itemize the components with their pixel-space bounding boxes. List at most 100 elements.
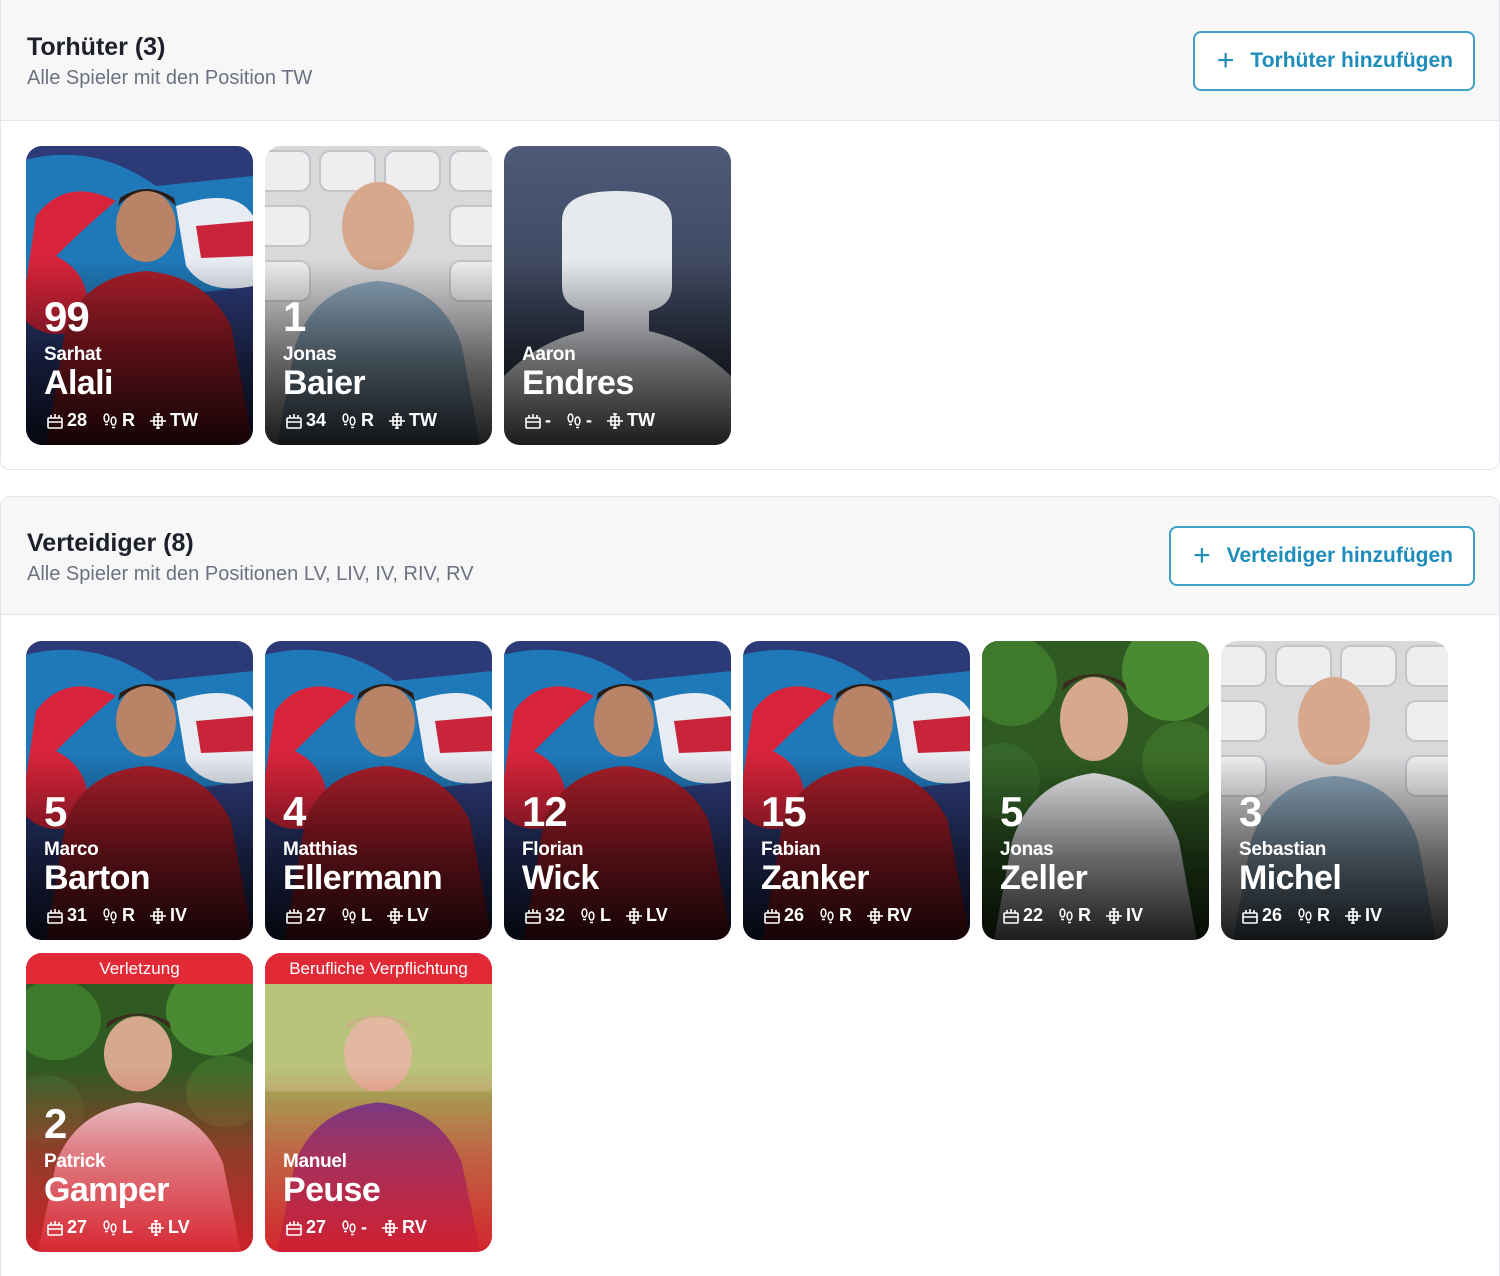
player-last-name: Baier [283, 364, 366, 402]
foot-value: R [839, 905, 853, 925]
age-value: 34 [306, 410, 327, 430]
position-value: LV [168, 1217, 190, 1237]
age-value: 31 [67, 905, 88, 925]
player-card[interactable]: Verletzung 2 Patrick Gamper 27 L LV [26, 953, 253, 1252]
player-stats: 31 R IV [46, 905, 195, 926]
player-first-name: Matthias [283, 839, 358, 860]
foot-value: R [122, 410, 136, 430]
foot-value: L [600, 905, 612, 925]
position-stat: RV [866, 905, 912, 926]
player-last-name: Michel [1239, 859, 1342, 897]
player-first-name: Sebastian [1239, 839, 1327, 860]
field-position-icon [867, 907, 884, 924]
age-stat: 26 [1241, 905, 1282, 926]
player-stats: 32 L LV [524, 905, 676, 926]
player-stats: 26 R RV [763, 905, 920, 926]
player-card[interactable]: 15 Fabian Zanker 26 R RV [743, 641, 970, 940]
field-position-icon [626, 907, 643, 924]
player-card[interactable]: Berufliche Verpflichtung Manuel Peuse 27 -… [265, 953, 492, 1252]
calendar-cake-icon [47, 908, 63, 924]
calendar-cake-icon [764, 908, 780, 924]
position-stat: TW [606, 410, 655, 431]
player-card[interactable]: 1 Jonas Baier 34 R TW [265, 146, 492, 445]
field-position-icon [148, 1219, 165, 1236]
player-stats: 27 L LV [285, 905, 437, 926]
field-position-icon [150, 907, 167, 924]
add-button-label: Verteidiger hinzufügen [1226, 544, 1453, 567]
section-header: Verteidiger (8) Alle Spieler mit den Pos… [1, 497, 1499, 615]
position-stat: IV [149, 905, 187, 926]
age-stat: 27 [285, 1217, 326, 1238]
position-value: IV [1365, 905, 1383, 925]
player-card[interactable]: 5 Marco Barton 31 R IV [26, 641, 253, 940]
age-stat: 27 [285, 905, 326, 926]
age-stat: 28 [46, 410, 87, 431]
player-first-name: Sarhat [44, 344, 102, 365]
position-stat: LV [147, 1217, 190, 1238]
player-last-name: Zeller [1000, 859, 1088, 897]
footprints-icon [103, 1219, 117, 1235]
player-first-name: Jonas [1000, 839, 1054, 860]
field-position-icon [150, 412, 167, 429]
player-first-name: Manuel [283, 1151, 347, 1172]
foot-stat: R [818, 905, 852, 926]
age-stat: 22 [1002, 905, 1043, 926]
foot-value: R [1317, 905, 1331, 925]
age-value: 27 [306, 905, 327, 925]
position-stat: RV [381, 1217, 427, 1238]
position-value: IV [1126, 905, 1144, 925]
player-first-name: Aaron [522, 344, 576, 365]
position-value: LV [407, 905, 429, 925]
footprints-icon [1298, 907, 1312, 923]
player-card[interactable]: 3 Sebastian Michel 26 R IV [1221, 641, 1448, 940]
player-card[interactable]: 5 Jonas Zeller 22 R IV [982, 641, 1209, 940]
position-stat: TW [149, 410, 198, 431]
foot-value: R [361, 410, 375, 430]
position-value: RV [887, 905, 912, 925]
player-card[interactable]: 4 Matthias Ellermann 27 L LV [265, 641, 492, 940]
calendar-cake-icon [1003, 908, 1019, 924]
field-position-icon [1106, 907, 1123, 924]
age-value: - [545, 410, 551, 430]
foot-value: R [122, 905, 136, 925]
calendar-cake-icon [286, 413, 302, 429]
foot-value: - [586, 410, 592, 430]
player-stats: 27 - RV [285, 1217, 435, 1238]
calendar-cake-icon [47, 1220, 63, 1236]
jersey-number: 15 [761, 788, 807, 835]
jersey-number: 4 [283, 788, 306, 835]
player-last-name: Wick [522, 859, 599, 897]
footprints-icon [567, 412, 581, 428]
foot-stat: R [1057, 905, 1091, 926]
foot-stat: R [101, 410, 135, 431]
foot-stat: R [101, 905, 135, 926]
calendar-cake-icon [286, 1220, 302, 1236]
add-defender-button[interactable]: + Verteidiger hinzufügen [1169, 526, 1475, 586]
player-card[interactable]: 12 Florian Wick 32 L LV [504, 641, 731, 940]
jersey-number: 3 [1239, 788, 1262, 835]
player-last-name: Gamper [44, 1171, 170, 1209]
status-badge: Verletzung [26, 953, 253, 984]
jersey-number: 2 [44, 1100, 67, 1147]
section-title: Torhüter (3) [27, 33, 166, 61]
field-position-icon [389, 412, 406, 429]
add-goalkeeper-button[interactable]: + Torhüter hinzufügen [1192, 31, 1475, 91]
foot-stat: L [340, 905, 372, 926]
position-value: TW [170, 410, 199, 430]
jersey-number: 99 [44, 293, 90, 340]
position-value: TW [627, 410, 655, 430]
section-subtitle: Alle Spieler mit den Positionen LV, LIV,… [27, 563, 474, 585]
footprints-icon [103, 907, 117, 923]
section-defenders: Verteidiger (8) Alle Spieler mit den Pos… [0, 496, 1500, 1276]
section-goalkeepers: Torhüter (3) Alle Spieler mit den Positi… [0, 0, 1500, 470]
player-last-name: Ellermann [283, 859, 443, 897]
age-value: 26 [1262, 905, 1283, 925]
player-card[interactable]: 99 Sarhat Alali 28 R TW [26, 146, 253, 445]
age-value: 27 [67, 1217, 88, 1237]
position-stat: IV [1344, 905, 1382, 926]
player-card[interactable]: Aaron Endres - - TW [504, 146, 731, 445]
plus-icon: + [1216, 44, 1235, 77]
age-value: 32 [545, 905, 566, 925]
position-stat: LV [625, 905, 668, 926]
add-button-label: Torhüter hinzufügen [1250, 49, 1453, 72]
